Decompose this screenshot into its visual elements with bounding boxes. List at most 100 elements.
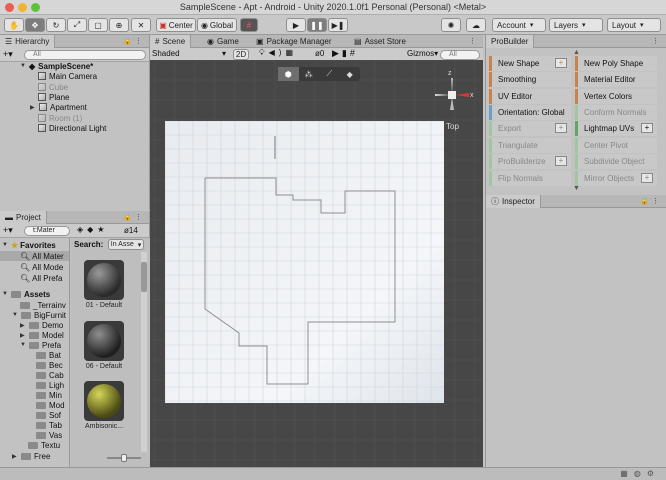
favorites-header[interactable]: ▼ ★ Favorites bbox=[2, 240, 56, 250]
tab-asset-store[interactable]: ▤ Asset Store bbox=[349, 35, 411, 48]
scene-search-input[interactable]: All bbox=[440, 50, 480, 60]
hierarchy-item[interactable]: Directional Light bbox=[38, 123, 106, 133]
gizmos-dropdown[interactable]: Gizmos▾ bbox=[407, 49, 438, 58]
collab-button[interactable]: ✺ bbox=[441, 18, 461, 32]
cloud-button[interactable]: ☁ bbox=[466, 18, 486, 32]
tab-game[interactable]: ◉ Game bbox=[202, 35, 244, 48]
new-poly-shape-button[interactable]: New Poly Shape bbox=[575, 56, 657, 71]
asset-folder[interactable]: ▼ BigFurnit bbox=[12, 310, 66, 320]
mirror-objects-button[interactable]: Mirror Objects + bbox=[575, 171, 657, 186]
conform-normals-button[interactable]: Conform Normals bbox=[575, 105, 657, 120]
export-button[interactable]: Export + bbox=[489, 121, 571, 136]
asset-folder[interactable]: Bec bbox=[36, 360, 63, 370]
hierarchy-search-input[interactable]: All bbox=[24, 50, 146, 60]
asset-folder[interactable]: Tab bbox=[36, 420, 62, 430]
create-add-icon[interactable]: +▾ bbox=[3, 49, 13, 60]
hierarchy-item[interactable]: Cube bbox=[38, 82, 68, 92]
uv-editor-button[interactable]: UV Editor bbox=[489, 89, 571, 104]
scene-camera-settings[interactable]: ▶▮# bbox=[332, 48, 358, 59]
pivot-mode-button[interactable]: ▣ Center bbox=[156, 18, 196, 32]
probuilderize-button[interactable]: ProBuilderize + bbox=[489, 154, 571, 169]
tab-inspector[interactable]: ⓘ Inspector bbox=[486, 195, 541, 208]
tab-package-manager[interactable]: ▣ Package Manager bbox=[251, 35, 337, 48]
search-scope-dropdown[interactable]: In Asse bbox=[108, 239, 144, 250]
options-plus-icon[interactable]: + bbox=[555, 156, 567, 166]
orientation-button[interactable]: Orientation: Global bbox=[489, 105, 571, 120]
play-button[interactable]: ▶ bbox=[286, 18, 306, 32]
options-plus-icon[interactable]: + bbox=[555, 58, 567, 68]
vertex-colors-button[interactable]: Vertex Colors bbox=[575, 89, 657, 104]
collapsed-arrow-icon[interactable]: ▶ bbox=[20, 322, 26, 329]
tab-probuilder[interactable]: ProBuilder bbox=[486, 35, 535, 48]
flip-normals-button[interactable]: Flip Normals bbox=[489, 171, 571, 186]
hierarchy-item[interactable]: Plane bbox=[38, 92, 69, 102]
expand-arrow-icon[interactable]: ▼ bbox=[12, 312, 18, 318]
transform-tool-button[interactable]: ⊕ bbox=[109, 18, 129, 32]
collapsed-arrow-icon[interactable]: ▶ bbox=[30, 104, 36, 111]
expand-arrow-icon[interactable]: ▼ bbox=[20, 63, 26, 69]
center-pivot-button[interactable]: Center Pivot bbox=[575, 138, 657, 153]
material-thumbnail[interactable] bbox=[84, 381, 124, 421]
scale-tool-button[interactable]: ⤢ bbox=[67, 18, 87, 32]
favorite-item[interactable]: 🔍︎ All Mode bbox=[20, 262, 63, 272]
options-plus-icon[interactable]: + bbox=[641, 173, 653, 183]
asset-folder[interactable]: Cab bbox=[36, 370, 64, 380]
asset-folder[interactable]: ▶ Model bbox=[20, 330, 64, 340]
hierarchy-item[interactable]: ▶ Apartment bbox=[30, 102, 87, 112]
panel-menu-icon[interactable]: ⋮ bbox=[652, 37, 662, 45]
hierarchy-item[interactable]: Room (1) bbox=[38, 113, 82, 123]
smoothing-button[interactable]: Smoothing bbox=[489, 72, 571, 87]
layers-dropdown[interactable]: Layers bbox=[549, 18, 603, 32]
triangulate-button[interactable]: Triangulate bbox=[489, 138, 571, 153]
scene-view-toggles[interactable]: 💡︎◀)▦ bbox=[259, 48, 297, 58]
collapsed-arrow-icon[interactable]: ▶ bbox=[20, 332, 26, 339]
panel-menu-icon[interactable]: 🔒⋮ bbox=[123, 213, 145, 221]
results-scrollbar[interactable] bbox=[141, 252, 147, 452]
asset-folder[interactable]: Mod bbox=[36, 400, 65, 410]
hidden-objects-toggle[interactable]: ø0 bbox=[315, 49, 324, 58]
asset-folder[interactable]: Ligh bbox=[36, 380, 64, 390]
edge-mode-icon[interactable]: ⟋ bbox=[319, 67, 340, 81]
favorite-item[interactable]: 🔍︎ All Mater bbox=[0, 251, 69, 261]
vertex-mode-icon[interactable]: ⁂ bbox=[299, 67, 320, 81]
material-thumbnail[interactable] bbox=[84, 260, 124, 300]
collapsed-arrow-icon[interactable]: ▶ bbox=[12, 453, 18, 460]
step-button[interactable]: ▶❚ bbox=[328, 18, 348, 32]
options-plus-icon[interactable]: + bbox=[555, 123, 567, 133]
pause-button[interactable]: ❚❚ bbox=[307, 18, 327, 32]
account-dropdown[interactable]: Account bbox=[492, 18, 546, 32]
status-bar-icons[interactable]: ▦◍⚙ bbox=[620, 469, 660, 478]
scroll-down-icon[interactable]: ▼ bbox=[573, 185, 580, 192]
scene-plane[interactable] bbox=[165, 121, 444, 403]
thumbnail-size-slider[interactable] bbox=[107, 454, 141, 462]
asset-folder[interactable]: ▼ Prefa bbox=[20, 340, 61, 350]
pivot-space-button[interactable]: ◉ Global bbox=[197, 18, 237, 32]
shading-mode-dropdown[interactable]: Shaded ▾ bbox=[152, 49, 226, 60]
new-shape-button[interactable]: New Shape + bbox=[489, 56, 571, 71]
object-mode-icon[interactable]: ⬢ bbox=[278, 67, 299, 81]
grid-snap-button[interactable]: # bbox=[240, 18, 258, 32]
favorite-item[interactable]: 🔍︎ All Prefa bbox=[20, 273, 62, 283]
scroll-up-icon[interactable]: ▲ bbox=[573, 49, 580, 56]
hierarchy-scene-item[interactable]: ▼ ◆ SampleScene* bbox=[20, 61, 93, 71]
rotate-tool-button[interactable]: ↻ bbox=[46, 18, 66, 32]
asset-folder[interactable]: ▶ Demo bbox=[20, 320, 63, 330]
asset-folder[interactable]: Min bbox=[36, 390, 62, 400]
orientation-gizmo-icon[interactable]: z x bbox=[432, 66, 480, 126]
asset-folder[interactable]: Vas bbox=[36, 430, 62, 440]
hierarchy-item[interactable]: Main Camera bbox=[38, 71, 97, 81]
layout-dropdown[interactable]: Layout bbox=[607, 18, 661, 32]
lightmap-uvs-button[interactable]: Lightmap UVs + bbox=[575, 121, 657, 136]
material-editor-button[interactable]: Material Editor bbox=[575, 72, 657, 87]
asset-folder[interactable]: ▶ Free bbox=[12, 451, 50, 461]
tab-project[interactable]: ▬ Project bbox=[0, 211, 47, 224]
panel-menu-icon[interactable]: 🔒⋮ bbox=[123, 37, 145, 45]
project-search-input[interactable]: t:Mater bbox=[24, 226, 70, 236]
tab-scene[interactable]: # Scene bbox=[150, 35, 192, 48]
material-thumbnail[interactable] bbox=[84, 321, 124, 361]
panel-menu-icon[interactable]: ⋮ bbox=[469, 37, 479, 45]
asset-folder[interactable]: Bat bbox=[36, 350, 61, 360]
filter-icons[interactable]: ◈◆★ bbox=[77, 225, 108, 234]
asset-folder[interactable]: Sof bbox=[36, 410, 61, 420]
rect-tool-button[interactable]: ▢ bbox=[88, 18, 108, 32]
